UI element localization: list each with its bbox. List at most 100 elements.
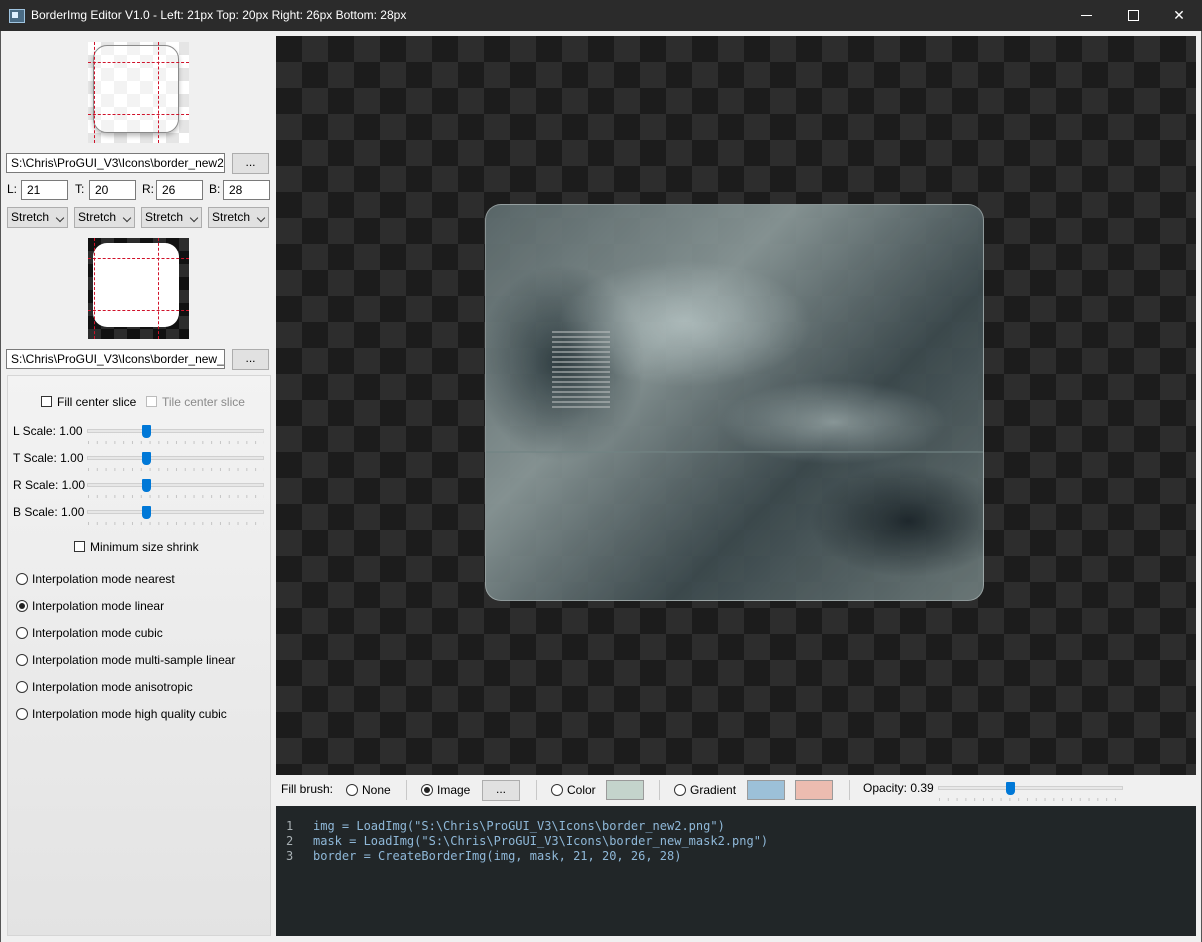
margin-top-input[interactable]: 20 — [89, 180, 136, 200]
interp-anisotropic-label: Interpolation mode anisotropic — [32, 680, 193, 694]
opacity-label: Opacity: 0.39 — [863, 781, 934, 795]
mask-image-preview — [88, 238, 189, 339]
slider-track — [87, 456, 264, 460]
divider — [659, 780, 660, 800]
close-icon: ✕ — [1173, 7, 1185, 23]
code-line: mask = LoadImg("S:\Chris\ProGUI_V3\Icons… — [313, 834, 769, 848]
browse-image-button[interactable]: ... — [232, 153, 269, 174]
top-mode-dropdown[interactable]: Stretch — [74, 207, 135, 228]
mask-path-field[interactable]: S:\Chris\ProGUI_V3\Icons\border_new_mask… — [6, 349, 225, 369]
fill-image-label: Image — [437, 783, 471, 797]
l-scale-label: L Scale: 1.00 — [13, 424, 83, 438]
fill-image-browse-button[interactable]: ... — [482, 780, 520, 801]
preview-photo-edge — [486, 451, 983, 453]
interp-high-quality-cubic-label: Interpolation mode high quality cubic — [32, 707, 227, 721]
tile-center-checkbox[interactable] — [146, 396, 157, 407]
interp-linear-radio[interactable] — [16, 600, 28, 612]
code-line: img = LoadImg("S:\Chris\ProGUI_V3\Icons\… — [313, 819, 725, 833]
fill-none-radio[interactable] — [346, 784, 358, 796]
top-guide — [88, 62, 189, 63]
title-bar: BorderImg Editor V1.0 - Left: 21px Top: … — [0, 0, 1202, 31]
slider-ticks — [939, 798, 1123, 801]
fill-brush-label: Fill brush: — [281, 782, 334, 796]
right-mode-dropdown[interactable]: Stretch — [141, 207, 202, 228]
chevron-down-icon — [189, 213, 199, 223]
border-image-preview — [88, 42, 189, 143]
fill-color-radio[interactable] — [551, 784, 563, 796]
slider-thumb[interactable] — [142, 506, 151, 519]
preview-photo-detail — [552, 331, 610, 411]
interp-cubic-label: Interpolation mode cubic — [32, 626, 163, 640]
interp-anisotropic-radio[interactable] — [16, 681, 28, 693]
bottom-mode-dropdown[interactable]: Stretch — [208, 207, 269, 228]
border-image-shape — [93, 45, 179, 133]
minimize-icon — [1081, 15, 1092, 16]
interp-multisample-linear-label: Interpolation mode multi-sample linear — [32, 653, 236, 667]
margin-right-label: R: — [142, 182, 154, 196]
slider-ticks — [88, 468, 264, 471]
minimize-button[interactable] — [1064, 0, 1110, 31]
slider-thumb[interactable] — [142, 425, 151, 438]
left-guide — [94, 42, 95, 143]
margin-top-label: T: — [75, 182, 85, 196]
slider-thumb[interactable] — [142, 452, 151, 465]
interp-cubic-radio[interactable] — [16, 627, 28, 639]
fill-center-checkbox[interactable] — [41, 396, 52, 407]
b-scale-label: B Scale: 1.00 — [13, 505, 85, 519]
bottom-mode-value: Stretch — [212, 210, 251, 224]
gradient-end-swatch[interactable] — [795, 780, 833, 800]
browse-mask-button[interactable]: ... — [232, 349, 269, 370]
bottom-guide — [88, 114, 189, 115]
slider-track — [87, 483, 264, 487]
interp-multisample-linear-radio[interactable] — [16, 654, 28, 666]
line-number: 2 — [286, 834, 294, 848]
right-guide — [158, 42, 159, 143]
top-guide — [88, 258, 189, 259]
fill-gradient-label: Gradient — [690, 783, 737, 797]
fill-center-label: Fill center slice — [57, 395, 137, 409]
interp-high-quality-cubic-radio[interactable] — [16, 708, 28, 720]
margin-right-input[interactable]: 26 — [156, 180, 203, 200]
fill-image-radio[interactable] — [421, 784, 433, 796]
interp-nearest-radio[interactable] — [16, 573, 28, 585]
bottom-guide — [88, 310, 189, 311]
line-number: 1 — [286, 819, 294, 833]
left-guide — [94, 238, 95, 339]
mask-image-shape — [93, 243, 179, 327]
minimum-size-shrink-checkbox[interactable] — [74, 541, 85, 552]
divider — [406, 780, 407, 800]
maximize-icon — [1128, 10, 1139, 21]
divider — [536, 780, 537, 800]
fill-color-swatch[interactable] — [606, 780, 644, 800]
top-mode-value: Stretch — [78, 210, 117, 224]
margin-left-input[interactable]: 21 — [21, 180, 68, 200]
chevron-down-icon — [55, 213, 65, 223]
preview-canvas[interactable] — [276, 36, 1196, 775]
slider-thumb[interactable] — [1006, 782, 1015, 795]
fill-none-label: None — [362, 783, 391, 797]
close-button[interactable]: ✕ — [1156, 0, 1202, 31]
slider-ticks — [88, 522, 264, 525]
margin-bottom-input[interactable]: 28 — [223, 180, 270, 200]
image-path-field[interactable]: S:\Chris\ProGUI_V3\Icons\border_new2.png — [6, 153, 225, 173]
window-title: BorderImg Editor V1.0 - Left: 21px Top: … — [31, 8, 407, 22]
chevron-down-icon — [122, 213, 132, 223]
maximize-button[interactable] — [1110, 0, 1156, 31]
code-line: border = CreateBorderImg(img, mask, 21, … — [313, 849, 682, 863]
left-mode-value: Stretch — [11, 210, 50, 224]
fill-gradient-radio[interactable] — [674, 784, 686, 796]
left-mode-dropdown[interactable]: Stretch — [7, 207, 68, 228]
chevron-down-icon — [256, 213, 266, 223]
right-mode-value: Stretch — [145, 210, 184, 224]
fill-color-label: Color — [567, 783, 596, 797]
interp-nearest-label: Interpolation mode nearest — [32, 572, 175, 586]
divider — [849, 780, 850, 800]
slider-ticks — [88, 441, 264, 444]
slider-track — [87, 429, 264, 433]
line-number: 3 — [286, 849, 294, 863]
code-view[interactable]: 1 img = LoadImg("S:\Chris\ProGUI_V3\Icon… — [276, 806, 1196, 936]
gradient-start-swatch[interactable] — [747, 780, 785, 800]
minimum-size-shrink-label: Minimum size shrink — [90, 540, 199, 554]
slider-ticks — [88, 495, 264, 498]
slider-thumb[interactable] — [142, 479, 151, 492]
